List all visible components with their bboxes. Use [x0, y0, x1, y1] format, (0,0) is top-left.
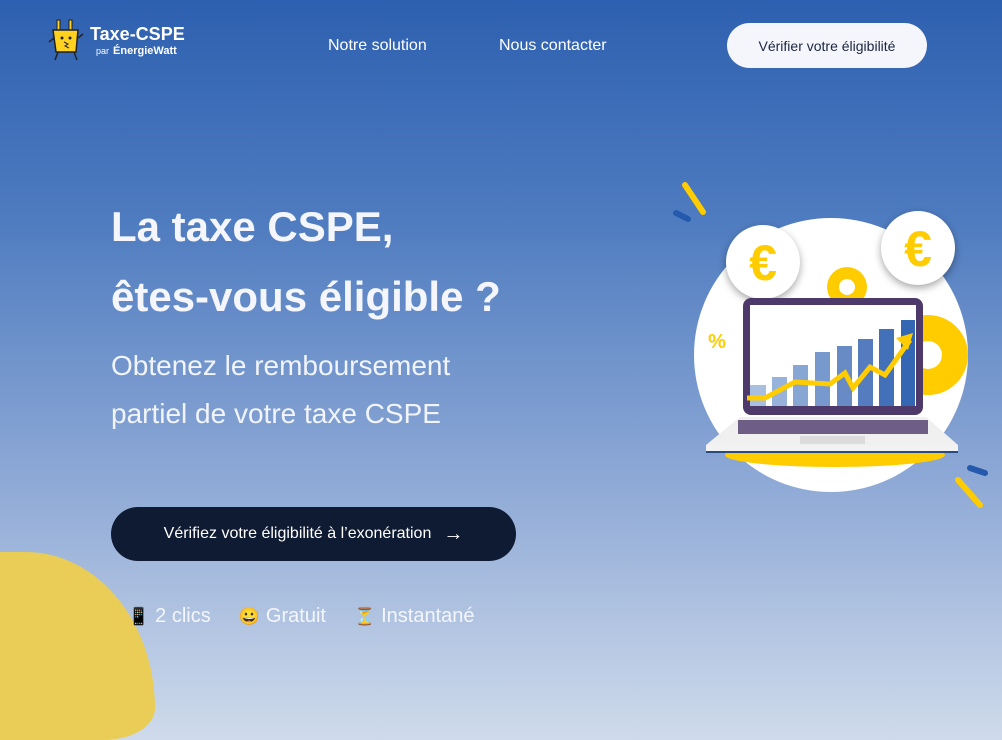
logo-by: par — [96, 45, 110, 56]
arrow-right-icon: → — [443, 522, 464, 545]
hero-title: La taxe CSPE, êtes-vous éligible ? — [111, 192, 591, 332]
hourglass-icon: ⏳ — [353, 606, 376, 626]
hero-title-line2: êtes-vous éligible ? — [111, 273, 501, 320]
cta-label: Vérifiez votre éligibilité à l’exonérati… — [163, 525, 432, 542]
svg-text:€: € — [749, 235, 777, 291]
logo-brand: ÉnergieWatt — [113, 44, 177, 57]
hero-title-line1: La taxe CSPE, — [111, 203, 394, 250]
hero-subtitle-line1: Obtenez le remboursement — [111, 350, 451, 381]
euro-coin-icon: € — [881, 211, 955, 285]
feature-clicks: 📱 2 clics — [128, 605, 211, 628]
nav-nous-contacter[interactable]: Nous contacter — [499, 37, 607, 55]
hero-subtitle: Obtenez le remboursement partiel de votre… — [111, 342, 591, 438]
feature-label: Gratuit — [265, 605, 326, 627]
smile-icon: 😀 — [238, 606, 260, 626]
verify-eligibility-button[interactable]: Vérifier votre éligibilité — [727, 23, 927, 68]
logo[interactable]: Taxe-CSPE par ÉnergieWatt — [48, 18, 185, 62]
feature-label: 2 clics — [155, 605, 211, 627]
laptop-chart-illustration: € € % — [673, 182, 988, 508]
check-exoneration-button[interactable]: Vérifiez votre éligibilité à l’exonérati… — [111, 507, 516, 561]
svg-text:€: € — [904, 221, 932, 277]
percent-icon: % — [708, 331, 726, 353]
nav-notre-solution[interactable]: Notre solution — [328, 37, 427, 55]
plug-mascot-icon — [48, 19, 84, 61]
features-list: 📱 2 clics 😀 Gratuit ⏳ Instantané — [128, 605, 475, 628]
euro-coin-icon: € — [726, 225, 800, 299]
phone-icon: 📱 — [128, 606, 150, 626]
decorative-blob — [0, 552, 155, 740]
feature-free: 😀 Gratuit — [239, 605, 326, 628]
hero-subtitle-line2: partiel de votre taxe CSPE — [111, 398, 441, 429]
logo-title: Taxe-CSPE — [90, 23, 185, 44]
feature-label: Instantané — [381, 605, 475, 627]
feature-instant: ⏳ Instantané — [354, 605, 475, 628]
